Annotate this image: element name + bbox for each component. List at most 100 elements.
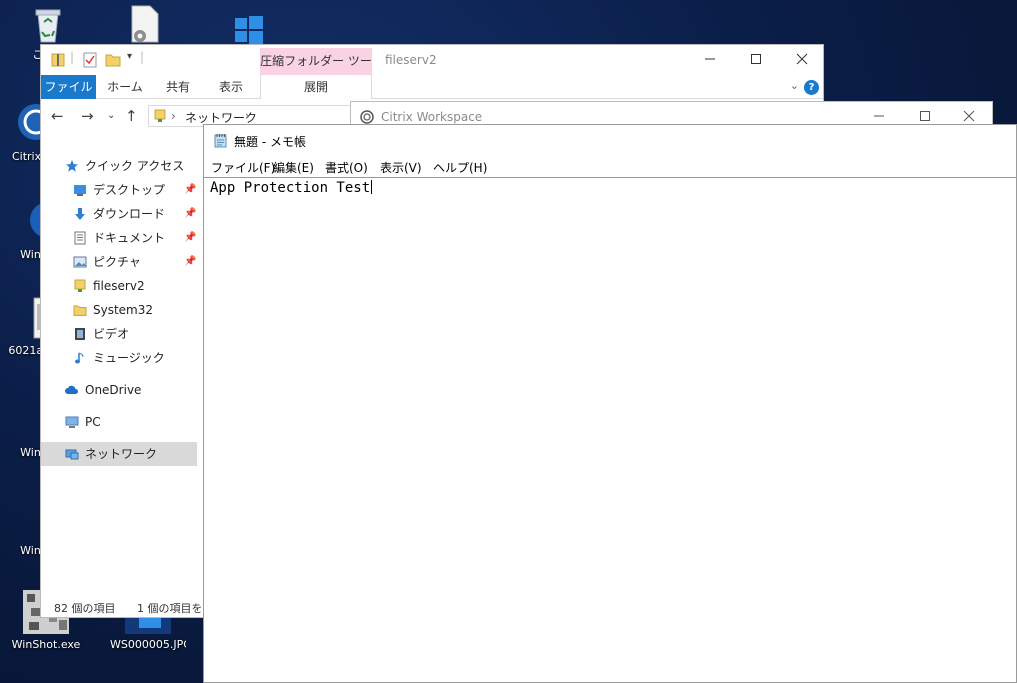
nav-item-label: ビデオ [93, 327, 130, 341]
desktop-icon-label: WinShot.exe [11, 638, 81, 651]
nav-item-system32[interactable]: System32 [41, 298, 197, 322]
minimize-icon [874, 115, 884, 117]
desktop-icon-settings-file[interactable] [106, 4, 182, 44]
minimize-icon [705, 58, 715, 60]
nav-item-documents[interactable]: ドキュメント 📌 [41, 226, 197, 250]
nav-item-pictures[interactable]: ピクチャ 📌 [41, 250, 197, 274]
ribbon-tab-bar: ファイル ホーム 共有 表示 展開 ⌄ ? [41, 75, 823, 99]
pin-icon[interactable]: 📌 [184, 250, 196, 274]
nav-item-label: ダウンロード [93, 207, 166, 221]
cloud-icon [65, 385, 78, 394]
star-icon [66, 160, 78, 172]
settings-file-icon [131, 5, 159, 43]
nav-item-music[interactable]: ミュージック [41, 346, 197, 370]
close-icon [796, 53, 808, 65]
nav-item-label: ドキュメント [93, 231, 166, 245]
notepad-window[interactable]: 無題 - メモ帳 ファイル(F) 編集(E) 書式(O) 表示(V) ヘルプ(H… [203, 124, 1017, 683]
desktop-icon [74, 185, 86, 196]
pin-icon[interactable]: 📌 [184, 178, 196, 202]
nav-item-network[interactable]: ネットワーク [41, 442, 197, 466]
tab-extract[interactable]: 展開 [260, 75, 372, 99]
music-icon [75, 352, 84, 364]
text-caret [371, 180, 373, 194]
qat-dropdown-icon[interactable]: ▾ [127, 51, 132, 62]
forward-arrow-icon[interactable]: → [81, 107, 94, 125]
up-arrow-icon[interactable]: ↑ [125, 107, 138, 125]
nav-item-label: クイック アクセス [85, 159, 185, 173]
menu-edit[interactable]: 編集(E) [273, 159, 314, 176]
nav-item-label: PC [85, 415, 101, 429]
recycle-bin-icon [35, 9, 61, 43]
help-icon[interactable]: ? [804, 80, 819, 95]
ribbon-expand-icon[interactable]: ⌄ [790, 79, 799, 92]
nav-item-fileserv2[interactable]: fileserv2 [41, 274, 197, 298]
explorer-window-title: fileserv2 [385, 53, 437, 67]
properties-icon[interactable] [83, 52, 97, 68]
pin-icon[interactable]: 📌 [184, 226, 196, 250]
desktop: ご CitrixW WinS 6021akc WinS WinS WinShot… [0, 0, 1017, 683]
tab-share[interactable]: 共有 [156, 75, 200, 99]
menu-help[interactable]: ヘルプ(H) [433, 159, 487, 176]
context-tab-group-label: 圧縮フォルダー ツール [260, 48, 372, 95]
breadcrumb-separator-icon[interactable]: › [245, 109, 250, 123]
download-icon [75, 208, 85, 220]
notepad-text-area[interactable]: App Protection Test [204, 177, 1016, 683]
menu-view[interactable]: 表示(V) [380, 159, 422, 176]
nav-item-onedrive[interactable]: OneDrive [41, 378, 197, 402]
nav-item-label: ミュージック [93, 351, 165, 365]
nav-item-pc[interactable]: PC [41, 410, 197, 434]
notepad-window-title: 無題 - メモ帳 [234, 135, 306, 149]
recent-locations-chevron-icon[interactable]: ⌄ [107, 110, 115, 121]
pc-icon [65, 416, 79, 428]
nav-item-videos[interactable]: ビデオ [41, 322, 197, 346]
tab-file[interactable]: ファイル [41, 75, 96, 99]
zip-folder-icon [74, 279, 86, 292]
nav-item-downloads[interactable]: ダウンロード 📌 [41, 202, 197, 226]
nav-item-label: ネットワーク [85, 447, 158, 461]
breadcrumb-separator-icon: › [171, 109, 176, 123]
nav-item-quick-access[interactable]: クイック アクセス [41, 154, 197, 178]
citrix-logo-icon [360, 110, 374, 124]
network-icon [65, 449, 79, 460]
notepad-title-bar[interactable]: 無題 - メモ帳 [204, 125, 1016, 155]
desktop-icon-label: WS000005.JPG [110, 638, 186, 651]
nav-item-label: OneDrive [85, 383, 142, 397]
navigation-pane: クイック アクセス デスクトップ 📌 ダウンロード 📌 ドキュメント 📌 ピクチ… [41, 133, 204, 593]
folder-icon [73, 305, 87, 316]
document-icon [74, 231, 86, 245]
nav-item-label: ピクチャ [93, 255, 141, 269]
nav-item-label: fileserv2 [93, 279, 145, 293]
status-bar: 82 個の項目 1 個の項目を選 [41, 597, 214, 617]
zip-folder-icon[interactable] [51, 52, 65, 68]
notepad-text-content: App Protection Test [210, 180, 371, 196]
pin-icon[interactable]: 📌 [184, 202, 196, 226]
nav-item-desktop[interactable]: デスクトップ 📌 [41, 178, 197, 202]
close-icon [963, 110, 975, 122]
menu-format[interactable]: 書式(O) [325, 159, 368, 176]
minimize-button[interactable] [687, 45, 733, 75]
notepad-icon [214, 134, 227, 148]
tab-view[interactable]: 表示 [209, 75, 253, 99]
tab-home[interactable]: ホーム [103, 75, 147, 99]
video-icon [75, 328, 85, 340]
nav-item-label: デスクトップ [93, 183, 166, 197]
maximize-button[interactable] [733, 45, 779, 75]
picture-icon [73, 256, 87, 268]
maximize-icon [920, 111, 930, 121]
maximize-icon [751, 54, 761, 64]
notepad-text-line: App Protection Test [210, 180, 373, 196]
citrix-window-title: Citrix Workspace [381, 110, 483, 124]
desktop-windows-logo [206, 14, 282, 44]
menu-file[interactable]: ファイル(F) [211, 159, 275, 176]
qat-separator: | [70, 50, 75, 64]
nav-item-label: System32 [93, 303, 154, 317]
windows-logo-icon [235, 16, 263, 44]
network-location-icon [154, 109, 166, 122]
new-folder-icon[interactable] [105, 52, 121, 68]
close-button[interactable] [779, 45, 825, 75]
qat-separator: | [140, 50, 145, 64]
back-arrow-icon[interactable]: ← [51, 107, 64, 125]
explorer-title-bar[interactable]: | ▾ | 圧縮フォルダー ツール fileserv2 [41, 45, 825, 95]
status-item-count: 82 個の項目 [54, 602, 116, 615]
notepad-menu-bar: ファイル(F) 編集(E) 書式(O) 表示(V) ヘルプ(H) [204, 155, 1016, 177]
